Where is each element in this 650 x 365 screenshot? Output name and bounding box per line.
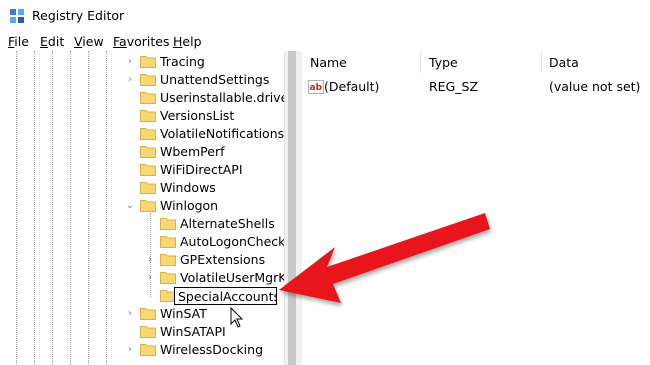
- folder-icon: [140, 308, 156, 320]
- collapse-chevron-icon[interactable]: ⌄: [124, 197, 136, 215]
- tree-node[interactable]: ⌄ Winlogon: [0, 197, 284, 215]
- string-value-icon: ab: [308, 80, 324, 94]
- folder-icon: [140, 128, 156, 140]
- tree-node-label: VolatileNotifications: [160, 126, 285, 141]
- window-title: Registry Editor: [32, 8, 125, 23]
- tree-node-label: WinSAT: [160, 306, 207, 321]
- tree-node[interactable]: WbemPerf: [0, 143, 284, 161]
- value-data: (value not set): [549, 79, 641, 94]
- folder-icon: [140, 182, 156, 194]
- folder-icon: [140, 56, 156, 68]
- folder-icon: [140, 92, 156, 104]
- column-header-data[interactable]: Data: [549, 55, 579, 70]
- menu-favorites[interactable]: Favorites: [113, 34, 169, 49]
- tree-scrollbar[interactable]: [284, 51, 298, 365]
- folder-icon: [140, 146, 156, 158]
- tree-node-label: WbemPerf: [160, 144, 225, 159]
- values-list[interactable]: Name Type Data ab (Default) REG_SZ (valu…: [302, 51, 650, 365]
- menu-file[interactable]: File: [8, 34, 29, 49]
- expand-chevron-icon[interactable]: ›: [124, 341, 136, 359]
- tree-node-label: VersionsList: [160, 108, 235, 123]
- menu-help[interactable]: Help: [173, 34, 202, 49]
- value-name[interactable]: (Default): [324, 79, 379, 94]
- tree-node[interactable]: › Tracing: [0, 53, 284, 71]
- value-type: REG_SZ: [429, 79, 479, 94]
- expand-chevron-icon[interactable]: ›: [124, 71, 136, 89]
- tree-node[interactable]: › GPExtensions: [0, 251, 284, 269]
- svg-text:ab: ab: [310, 83, 323, 93]
- column-divider[interactable]: [420, 51, 421, 73]
- rename-key-input[interactable]: [174, 287, 277, 305]
- title-bar: Registry Editor: [0, 0, 650, 32]
- tree-node-label: UnattendSettings: [160, 72, 270, 87]
- tree-node[interactable]: AutoLogonChecke: [0, 233, 293, 251]
- tree-node[interactable]: Userinstallable.drivers: [0, 89, 298, 107]
- tree-node[interactable]: WiFiDirectAPI: [0, 161, 284, 179]
- folder-icon: [140, 110, 156, 122]
- tree-node[interactable]: Windows: [0, 179, 284, 197]
- tree-node[interactable]: AlternateShells: [0, 215, 284, 233]
- key-tree[interactable]: › Tracing › UnattendSettings Userinstallable…: [0, 51, 298, 365]
- tree-node-label: WirelessDocking: [160, 342, 264, 357]
- folder-icon: [140, 200, 156, 212]
- expand-chevron-icon[interactable]: ›: [124, 53, 136, 71]
- tree-node-label: Tracing: [160, 54, 205, 69]
- menu-view[interactable]: View: [74, 34, 104, 49]
- tree-scrollbar-thumb[interactable]: [288, 51, 296, 365]
- folder-icon: [160, 218, 176, 230]
- registry-editor-icon: [10, 9, 24, 23]
- column-header-name[interactable]: Name: [310, 55, 347, 70]
- tree-node-label: Winlogon: [160, 198, 219, 213]
- tree-node[interactable]: VolatileNotifications: [0, 125, 284, 143]
- folder-icon: [160, 254, 176, 266]
- menu-edit[interactable]: Edit: [40, 34, 64, 49]
- tree-node[interactable]: VersionsList: [0, 107, 284, 125]
- folder-icon: [140, 164, 156, 176]
- folder-icon: [140, 74, 156, 86]
- tree-node-label: WiFiDirectAPI: [160, 162, 243, 177]
- tree-node-label: AlternateShells: [180, 216, 275, 231]
- tree-node[interactable]: › WirelessDocking: [0, 341, 284, 359]
- folder-icon: [160, 236, 176, 248]
- folder-icon: [140, 344, 156, 356]
- tree-node-label: VolatileUserMgrKey: [180, 270, 298, 285]
- tree-node-label: GPExtensions: [180, 252, 266, 267]
- tree-node-label: AutoLogonChecke: [180, 234, 293, 249]
- expand-chevron-icon[interactable]: ›: [144, 251, 156, 269]
- expand-chevron-icon[interactable]: ›: [124, 305, 136, 323]
- column-divider[interactable]: [541, 51, 542, 73]
- expand-chevron-icon[interactable]: ›: [144, 269, 156, 287]
- menu-bar: File Edit View Favorites Help: [0, 32, 650, 50]
- mouse-cursor-icon: [230, 307, 244, 328]
- folder-icon: [140, 326, 156, 338]
- tree-node-label: Windows: [160, 180, 216, 195]
- tree-node-label: WinSATAPI: [160, 324, 226, 339]
- tree-node-label: Userinstallable.drivers: [160, 90, 298, 105]
- column-header-type[interactable]: Type: [429, 55, 458, 70]
- tree-node[interactable]: › UnattendSettings: [0, 71, 284, 89]
- folder-icon: [160, 272, 176, 284]
- tree-node[interactable]: › VolatileUserMgrKey: [0, 269, 298, 287]
